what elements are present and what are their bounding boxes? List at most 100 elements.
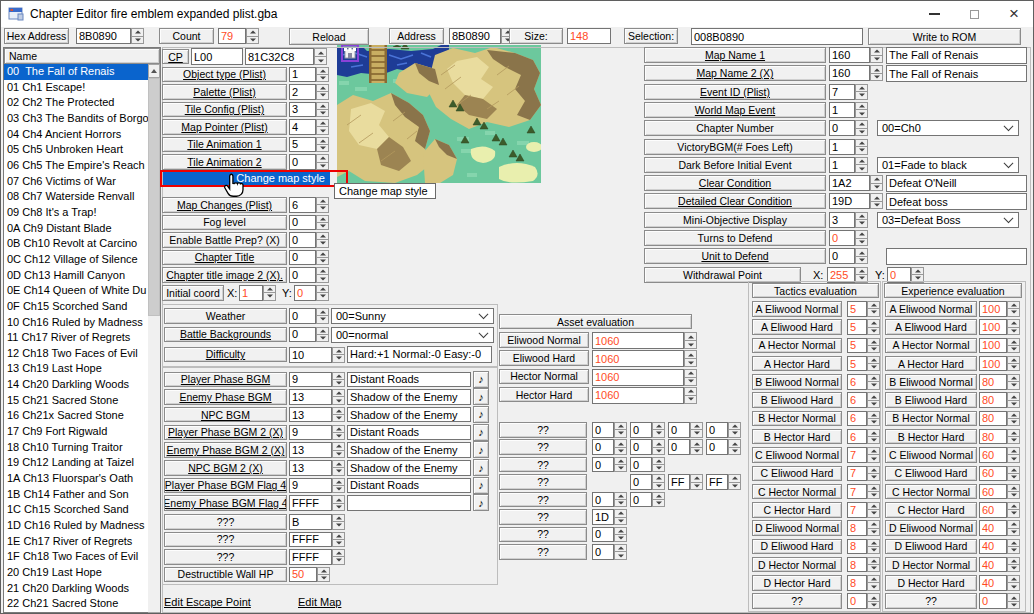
spinner-control[interactable]: [867, 466, 880, 482]
detail-button[interactable]: Turns to Defend: [644, 230, 826, 246]
field-button[interactable]: Palette (Plist): [162, 84, 287, 100]
tactics-row-button[interactable]: A Eliwood Normal: [752, 301, 842, 317]
tactics-value-input[interactable]: 8: [847, 575, 867, 591]
list-item[interactable]: 17 Ch9 Fort Rigwald: [4, 424, 148, 440]
experience-row-button[interactable]: C Hector Normal: [885, 484, 977, 500]
experience-row-button[interactable]: C Eliwood Hard: [885, 466, 977, 482]
detail-value-input[interactable]: 0: [829, 120, 855, 136]
spinner-control[interactable]: [867, 520, 880, 536]
unknown-grid-button[interactable]: ??: [499, 422, 587, 438]
spinner-control[interactable]: [1007, 356, 1020, 372]
tactics-row-button[interactable]: D Eliwood Hard: [752, 539, 842, 555]
detail-button[interactable]: Dark Before Initial Event: [644, 157, 826, 173]
wall-hp-button[interactable]: Destructible Wall HP: [164, 567, 287, 583]
field-button[interactable]: Tile Animation 1: [162, 137, 287, 153]
detail-button[interactable]: Unit to Defend: [644, 248, 826, 264]
field-button[interactable]: Chapter Title: [162, 250, 287, 266]
spinner-control[interactable]: [690, 422, 703, 438]
hex-address-input[interactable]: 8B0890: [76, 28, 131, 44]
field-value-input[interactable]: 2: [289, 84, 316, 100]
unknown-grid-input[interactable]: 0: [592, 544, 614, 560]
list-item[interactable]: 05 Ch5 Unbroken Heart: [4, 142, 148, 158]
list-item[interactable]: 1A Ch13 Fluorspar's Oath: [4, 471, 148, 487]
spinner-control[interactable]: [1007, 301, 1020, 317]
tactics-row-button[interactable]: B Hector Normal: [752, 411, 842, 427]
detail-value-input[interactable]: 160: [829, 47, 870, 63]
unknown-grid-input[interactable]: 1D: [592, 509, 614, 525]
asset-value-input[interactable]: 1060: [592, 369, 684, 386]
selection-input[interactable]: 008B0890: [691, 28, 863, 45]
spinner-control[interactable]: [652, 422, 665, 438]
bgm-button[interactable]: NPC BGM 2 (X): [164, 460, 287, 476]
field-value-input[interactable]: 0: [289, 327, 316, 343]
spinner-control[interactable]: [1007, 411, 1020, 427]
pointer-prefix-input[interactable]: L00: [191, 48, 243, 65]
bgm-name-input[interactable]: Shadow of the Enemy: [347, 407, 471, 423]
unknown-grid-input[interactable]: FF: [668, 474, 690, 490]
spinner-control[interactable]: [870, 47, 883, 63]
asset-row-button[interactable]: Eliwood Normal: [499, 332, 589, 348]
tactics-row-button[interactable]: B Eliwood Normal: [752, 374, 842, 390]
spinner-control[interactable]: [855, 230, 868, 246]
bgm-value-input[interactable]: 13: [289, 460, 332, 476]
spinner-control[interactable]: [316, 232, 329, 248]
experience-value-input[interactable]: 100: [979, 319, 1007, 335]
tactics-value-input[interactable]: 7: [847, 502, 867, 518]
unknown-grid-input[interactable]: 0: [668, 422, 690, 438]
list-item[interactable]: 21 Ch20 Darkling Woods: [4, 581, 148, 597]
experience-value-input[interactable]: 60: [979, 484, 1007, 500]
field-value-input[interactable]: 6: [289, 197, 316, 213]
field-value-input[interactable]: 5: [289, 137, 316, 153]
tactics-value-input[interactable]: 8: [847, 557, 867, 573]
tactics-row-button[interactable]: A Hector Normal: [752, 338, 842, 354]
unknown-grid-input[interactable]: 0: [592, 422, 614, 438]
difficulty-value-input[interactable]: 10: [289, 347, 332, 363]
bgm-value-input[interactable]: 9: [289, 425, 332, 441]
unknown-grid-button[interactable]: ??: [499, 509, 587, 525]
detail-text-input[interactable]: The Fall of Renais: [886, 65, 1027, 82]
list-item[interactable]: 04 Ch4 Ancient Horrors: [4, 127, 148, 143]
spinner-control[interactable]: [855, 139, 868, 155]
spinner-control[interactable]: [1007, 338, 1020, 354]
list-item[interactable]: 0C Ch12 Village of Silence: [4, 252, 148, 268]
edit-escape-point-link[interactable]: Edit Escape Point: [164, 596, 274, 610]
tactics-row-button[interactable]: D Hector Normal: [752, 557, 842, 573]
spinner-control[interactable]: [690, 439, 703, 455]
detail-value-input[interactable]: 7: [829, 84, 855, 100]
experience-value-input[interactable]: 100: [979, 356, 1007, 372]
asset-value-input[interactable]: 1060: [592, 350, 684, 367]
tactics-value-input[interactable]: 6: [847, 411, 867, 427]
spinner-control[interactable]: [684, 332, 697, 349]
spinner-control[interactable]: [1007, 557, 1020, 573]
spinner-control[interactable]: [316, 67, 329, 83]
unknown-grid-button[interactable]: ??: [499, 544, 587, 560]
asset-value-input[interactable]: 1060: [592, 332, 684, 349]
list-item[interactable]: 1C Ch15 Scorched Sand: [4, 502, 148, 518]
unknown-field-button[interactable]: ???: [164, 532, 287, 548]
asset-row-button[interactable]: Eliwood Hard: [499, 350, 589, 366]
detail-value-input[interactable]: 3: [829, 212, 855, 228]
spinner-control[interactable]: [1007, 539, 1020, 555]
play-note-button[interactable]: ♪: [473, 441, 489, 458]
bgm-button[interactable]: Enemy Phase BGM: [164, 389, 287, 405]
bgm-button[interactable]: NPC BGM: [164, 407, 287, 423]
spinner-control[interactable]: [728, 422, 741, 438]
unknown-grid-input[interactable]: 0: [592, 457, 614, 473]
experience-row-button[interactable]: D Hector Normal: [885, 557, 977, 573]
spinner-control[interactable]: [332, 425, 345, 441]
spinner-control[interactable]: [614, 509, 627, 525]
experience-row-button[interactable]: D Eliwood Hard: [885, 539, 977, 555]
tactics-value-input[interactable]: 5: [847, 319, 867, 335]
count-input[interactable]: 79: [218, 28, 246, 44]
spinner-control[interactable]: [332, 495, 345, 511]
tactics-value-input[interactable]: 8: [847, 520, 867, 536]
tactics-row-button[interactable]: C Eliwood Hard: [752, 466, 842, 482]
unknown-grid-input[interactable]: 0: [630, 492, 652, 508]
bgm-button[interactable]: Player Phase BGM 2 (X): [164, 425, 287, 441]
unknown-grid-input[interactable]: 0: [592, 439, 614, 455]
experience-row-button[interactable]: B Eliwood Normal: [885, 374, 977, 390]
tactics-row-button[interactable]: ??: [752, 593, 842, 609]
tactics-value-input[interactable]: 0: [847, 593, 867, 609]
initial-x-input[interactable]: 1: [239, 285, 263, 301]
spinner-control[interactable]: [867, 429, 880, 445]
